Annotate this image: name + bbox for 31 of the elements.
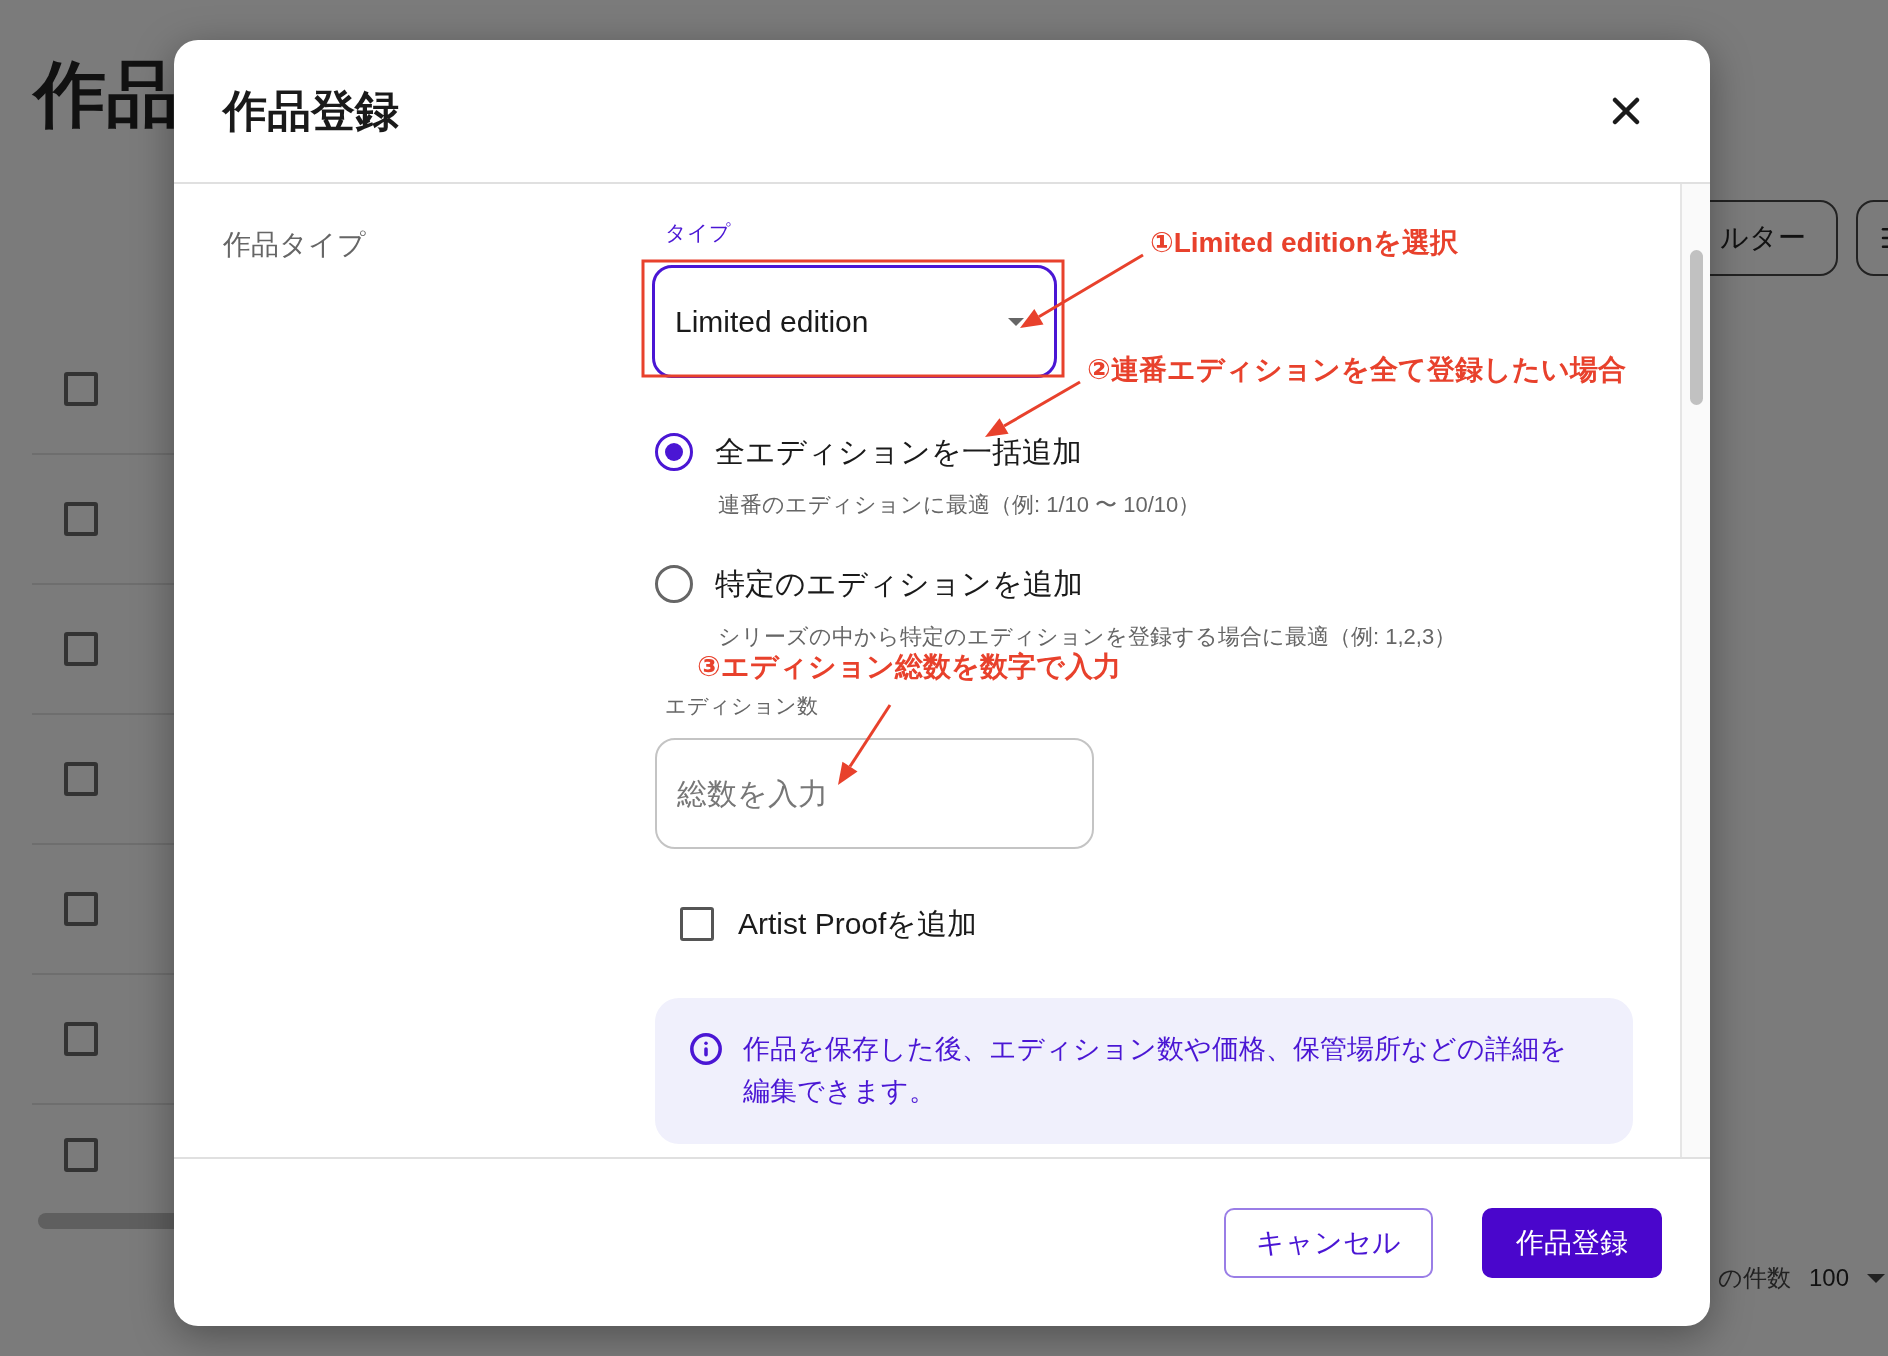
caret-icon bbox=[1867, 1273, 1886, 1283]
edition-count-field[interactable]: 総数を入力 bbox=[655, 738, 1094, 849]
cancel-button[interactable]: キャンセル bbox=[1224, 1207, 1433, 1278]
row-checkbox[interactable] bbox=[64, 1022, 98, 1056]
row-checkbox[interactable] bbox=[64, 762, 98, 796]
page-size-label: の件数 bbox=[1718, 1263, 1791, 1293]
scrollbar-thumb[interactable] bbox=[1690, 250, 1703, 405]
row-checkbox[interactable] bbox=[64, 1138, 98, 1172]
row-checkbox[interactable] bbox=[64, 632, 98, 666]
option-description: 連番のエディションに最適（例: 1/10 〜 10/10） bbox=[718, 492, 1201, 517]
info-icon bbox=[689, 1032, 723, 1066]
section-label: 作品タイプ bbox=[223, 229, 366, 260]
dialog-title: 作品登録 bbox=[223, 84, 399, 137]
annotation-note: ③エディション総数を数字で入力 bbox=[697, 650, 1121, 684]
row-checkbox[interactable] bbox=[64, 502, 98, 536]
checkbox-label: Artist Proofを追加 bbox=[738, 905, 978, 942]
page-size-value[interactable]: 100 bbox=[1809, 1264, 1850, 1292]
annotation-note: ①Limited editionを選択 bbox=[1150, 226, 1458, 260]
row-checkbox[interactable] bbox=[64, 892, 98, 926]
radio-option[interactable]: 特定のエディションを追加 bbox=[655, 561, 1631, 607]
type-select[interactable]: Limited edition bbox=[652, 265, 1057, 378]
annotation-note: ②連番エディションを全て登録したい場合 bbox=[1087, 353, 1626, 387]
checkbox[interactable] bbox=[680, 907, 714, 941]
radio-option[interactable]: 全エディションを一括追加 bbox=[655, 429, 1631, 475]
field-label: エディション数 bbox=[665, 694, 818, 717]
row-checkbox[interactable] bbox=[64, 372, 98, 406]
info-text: 作品を保存した後、エディション数や価格、保管場所などの詳細を編集できます。 bbox=[743, 1033, 1568, 1108]
option-description: シリーズの中から特定のエディションを登録する場合に最適（例: 1,2,3） bbox=[718, 624, 1457, 649]
page-title: 作品 bbox=[34, 53, 178, 136]
field-label: タイプ bbox=[665, 221, 731, 244]
submit-button[interactable]: 作品登録 bbox=[1482, 1207, 1662, 1278]
